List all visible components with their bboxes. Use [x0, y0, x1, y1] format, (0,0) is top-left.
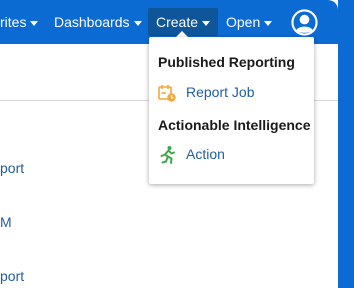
- chevron-down-icon: [264, 20, 273, 26]
- nav-favorites[interactable]: rites: [0, 0, 39, 44]
- nav-create-label: Create: [156, 14, 199, 30]
- nav-dashboards-label: Dashboards: [54, 14, 130, 30]
- menu-item-report-job[interactable]: Report Job: [149, 80, 314, 106]
- nav-open-label: Open: [226, 14, 261, 30]
- menu-item-action[interactable]: Action: [149, 142, 314, 168]
- chevron-down-icon: [202, 20, 211, 26]
- chevron-down-icon: [30, 20, 39, 26]
- report-link[interactable]: port: [0, 160, 24, 176]
- section-header-actionable-intelligence: Actionable Intelligence: [158, 117, 311, 133]
- running-figure-icon: [160, 146, 175, 164]
- m-link[interactable]: M: [0, 214, 12, 230]
- user-circle-icon[interactable]: [291, 9, 318, 36]
- nav-dashboards[interactable]: Dashboards: [54, 0, 142, 44]
- create-dropdown-menu: Published Reporting Report Job Actionabl…: [149, 37, 314, 184]
- page-frame-edge: [338, 0, 354, 288]
- menu-item-action-label: Action: [186, 146, 225, 162]
- report-job-icon: [158, 85, 176, 102]
- chevron-down-icon: [133, 20, 142, 26]
- section-header-published-reporting: Published Reporting: [158, 54, 295, 70]
- menu-item-report-job-label: Report Job: [186, 84, 255, 100]
- nav-favorites-label: rites: [0, 14, 27, 30]
- report-link-2[interactable]: port: [0, 268, 24, 284]
